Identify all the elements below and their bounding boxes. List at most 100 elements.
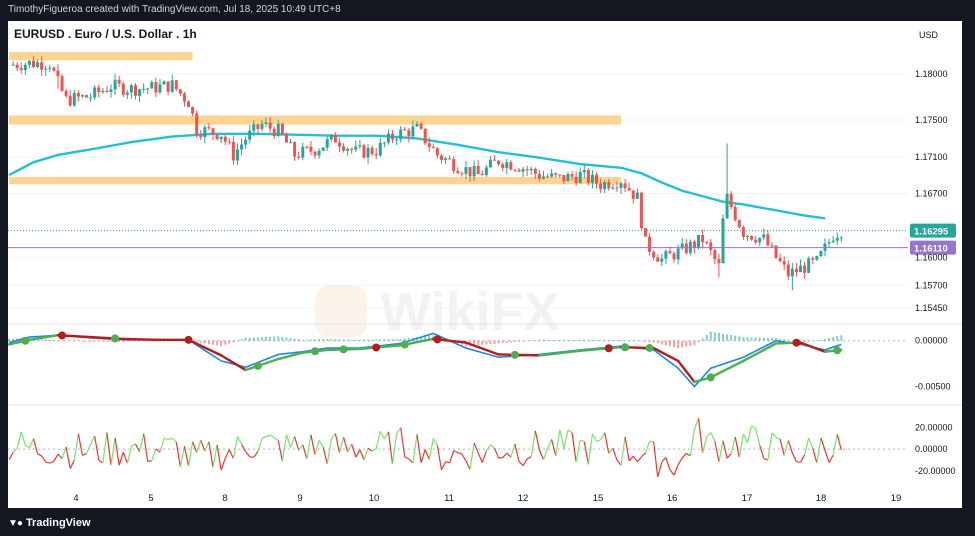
oscillator-segment <box>277 440 283 462</box>
macd-histogram-bar <box>746 337 749 341</box>
macd-histogram-bar <box>530 340 533 342</box>
macd-histogram-bar <box>220 340 223 347</box>
oscillator-segment <box>41 455 47 463</box>
oscillator-segment <box>131 443 136 447</box>
macd-histogram-bar <box>244 337 247 341</box>
macd-histogram-bar <box>836 336 839 341</box>
macd-histogram-bar <box>595 339 598 341</box>
macd-histogram-bar <box>701 338 704 341</box>
candle-body <box>350 148 354 150</box>
oscillator-segment <box>98 459 104 464</box>
current-price-label: 1.16295 <box>914 227 949 238</box>
macd-histogram-bar <box>395 338 398 341</box>
macd-histogram-bar <box>640 340 643 342</box>
cross-marker <box>645 343 654 352</box>
oscillator-segment <box>485 444 491 452</box>
oscillator-segment <box>192 441 198 453</box>
oscillator-segment <box>669 469 675 476</box>
candle-body <box>550 173 554 177</box>
oscillator-segment <box>32 438 39 454</box>
oscillator-segment <box>408 458 414 464</box>
oscillator-segment <box>804 437 810 455</box>
macd-histogram-bar <box>615 339 618 341</box>
oscillator-segment <box>379 431 385 440</box>
oscillator-segment <box>269 434 275 439</box>
macd-histogram-bar <box>840 335 843 341</box>
chart-canvas[interactable]: WikiFX 1.162951.16110 USD 1.18000 1.17500 1… <box>0 0 975 536</box>
oscillator-segment <box>65 446 71 469</box>
oscillator-segment <box>653 441 659 478</box>
oscillator-segment <box>832 434 838 456</box>
cross-marker <box>184 335 193 344</box>
candle-body <box>354 146 358 150</box>
macd-histogram-bar <box>142 340 145 342</box>
candle-body <box>456 171 460 174</box>
macd-histogram-bar <box>819 339 822 341</box>
oscillator-segment <box>294 436 300 451</box>
candle-body <box>44 68 48 70</box>
macd-histogram-bar <box>260 337 263 341</box>
macd-histogram-bar <box>579 339 582 341</box>
candle-body <box>599 183 603 190</box>
macd-histogram-bar <box>330 339 333 341</box>
oscillator-segment <box>118 451 124 466</box>
oscillator-segment <box>828 454 834 463</box>
signal-line-segment <box>219 354 247 372</box>
macd-histogram-bar <box>509 340 512 343</box>
candle-body <box>325 139 329 148</box>
macd-histogram-bar <box>787 340 790 341</box>
candle-body <box>652 251 656 258</box>
oscillator-segment <box>147 460 152 462</box>
macd-histogram-bar <box>228 340 231 344</box>
oscillator-segment <box>759 444 765 459</box>
oscillator-segment <box>232 436 239 459</box>
candle-body <box>435 148 439 156</box>
x-tick-label-2: 8 <box>222 493 227 504</box>
candle-body <box>264 122 268 124</box>
signal-line-segment <box>122 337 158 342</box>
oscillator-tick-label-0: 20.00000 <box>915 423 953 433</box>
cross-marker <box>433 335 442 344</box>
macd-histogram-bar <box>558 339 561 341</box>
macd-histogram-bar <box>534 340 537 341</box>
oscillator-segment <box>49 460 55 464</box>
oscillator-segment <box>334 433 341 453</box>
candle-body <box>546 176 550 178</box>
macd-histogram-bar <box>750 337 753 341</box>
oscillator-segment <box>212 444 218 468</box>
oscillator-segment <box>567 429 573 434</box>
candle-body <box>590 174 594 183</box>
candle-body <box>60 76 64 91</box>
price-tick-label-5: 1.15700 <box>915 280 948 290</box>
candle-body <box>521 169 525 172</box>
oscillator-segment <box>726 453 732 459</box>
candle-body <box>627 188 631 191</box>
oscillator-segment <box>677 457 683 465</box>
oscillator-segment <box>689 429 696 456</box>
oscillator-segment <box>506 452 512 458</box>
candle-body <box>260 123 264 129</box>
macd-histogram-bar <box>216 340 219 346</box>
oscillator-segment <box>836 434 842 451</box>
footer-bar: ▼● TradingView <box>0 508 975 536</box>
macd-histogram-bar <box>326 338 329 341</box>
macd-histogram-bar <box>828 337 831 341</box>
macd-histogram-bar <box>513 340 516 343</box>
oscillator-segment <box>644 441 651 454</box>
oscillator-segment <box>310 434 316 455</box>
cross-marker <box>111 334 120 343</box>
moving-average-line <box>8 132 826 220</box>
oscillator-segment <box>453 450 459 454</box>
cross-marker <box>372 343 381 352</box>
tradingview-brand[interactable]: ▼● TradingView <box>8 517 91 529</box>
macd-histogram-bar <box>575 339 578 341</box>
candle-body <box>493 159 497 161</box>
candle-body <box>472 166 476 177</box>
macd-histogram-bar <box>8 338 10 341</box>
candle-body <box>782 261 786 265</box>
candle-body <box>697 234 701 248</box>
macd-histogram-bar <box>40 339 43 341</box>
axes: USD 1.18000 1.17500 1.17100 1.16700 1.16000 1.… <box>73 30 955 504</box>
candle-body <box>138 89 142 96</box>
oscillator-segment <box>461 453 467 462</box>
